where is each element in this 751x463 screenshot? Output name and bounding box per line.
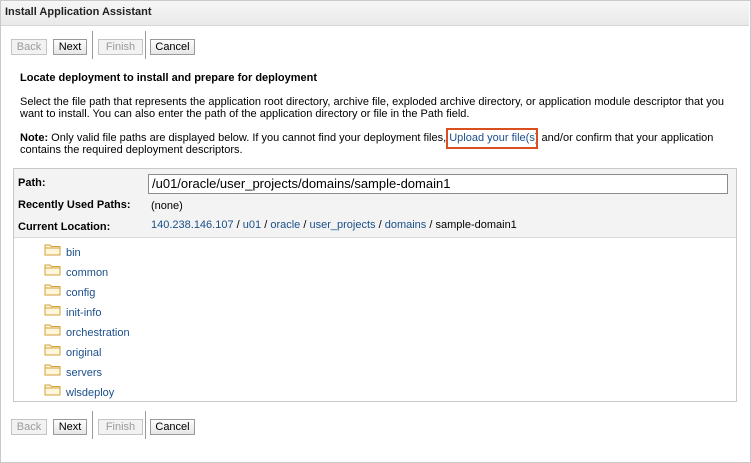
note-label: Note: bbox=[20, 132, 49, 144]
folder-name[interactable]: common bbox=[66, 267, 108, 279]
note-text: Note: Only valid file paths are displaye… bbox=[20, 132, 735, 156]
folder-name[interactable]: wlsdeploy bbox=[66, 387, 114, 399]
folder-icon bbox=[44, 364, 61, 376]
breadcrumb-host[interactable]: 140.238.146.107 bbox=[151, 219, 234, 231]
current-location-label: Current Location: bbox=[18, 221, 111, 233]
back-button[interactable]: Back bbox=[11, 419, 47, 435]
back-button[interactable]: Back bbox=[11, 39, 47, 55]
breadcrumb-current: sample-domain1 bbox=[435, 219, 517, 231]
window-title: Install Application Assistant bbox=[5, 6, 152, 18]
folder-name[interactable]: bin bbox=[66, 247, 81, 259]
folder-name[interactable]: config bbox=[66, 287, 95, 299]
folder-name[interactable]: orchestration bbox=[66, 327, 130, 339]
breadcrumb-separator: / bbox=[303, 219, 307, 231]
cancel-button[interactable]: Cancel bbox=[150, 39, 195, 55]
next-button[interactable]: Next bbox=[53, 419, 87, 435]
note-text-before: Only valid file paths are displayed belo… bbox=[48, 132, 450, 144]
finish-button[interactable]: Finish bbox=[98, 39, 143, 55]
folder-icon bbox=[44, 284, 61, 296]
folder-item[interactable]: common bbox=[44, 263, 244, 281]
folder-name[interactable]: original bbox=[66, 347, 101, 359]
finish-button[interactable]: Finish bbox=[98, 419, 143, 435]
button-separator bbox=[145, 411, 146, 439]
folder-icon bbox=[44, 264, 61, 276]
button-separator bbox=[92, 31, 93, 59]
folder-item[interactable]: servers bbox=[44, 363, 244, 381]
folder-item[interactable]: init-info bbox=[44, 303, 244, 321]
recent-paths-value: (none) bbox=[151, 200, 183, 212]
breadcrumb: 140.238.146.107 / u01 / oracle / user_pr… bbox=[151, 219, 517, 231]
next-button[interactable]: Next bbox=[53, 39, 87, 55]
folder-icon bbox=[44, 244, 61, 256]
recent-paths-label: Recently Used Paths: bbox=[18, 199, 131, 211]
folder-item[interactable]: bin bbox=[44, 243, 244, 261]
folder-item[interactable]: wlsdeploy bbox=[44, 383, 244, 401]
breadcrumb-oracle[interactable]: oracle bbox=[270, 219, 300, 231]
breadcrumb-separator: / bbox=[236, 219, 240, 231]
folder-item[interactable]: orchestration bbox=[44, 323, 244, 341]
breadcrumb-separator: / bbox=[378, 219, 382, 231]
file-browser-panel: Path: /u01/oracle/user_projects/domains/… bbox=[13, 168, 737, 402]
button-separator bbox=[92, 411, 93, 439]
path-form: Path: /u01/oracle/user_projects/domains/… bbox=[14, 169, 736, 238]
section-heading: Locate deployment to install and prepare… bbox=[20, 72, 318, 84]
folder-name[interactable]: servers bbox=[66, 367, 102, 379]
folder-item[interactable]: original bbox=[44, 343, 244, 361]
folder-icon bbox=[44, 344, 61, 356]
breadcrumb-user-projects[interactable]: user_projects bbox=[309, 219, 375, 231]
description-text: Select the file path that represents the… bbox=[20, 96, 724, 120]
path-input[interactable]: /u01/oracle/user_projects/domains/sample… bbox=[148, 174, 728, 194]
upload-link-highlight bbox=[446, 128, 538, 149]
breadcrumb-separator: / bbox=[429, 219, 433, 231]
title-bar: Install Application Assistant bbox=[1, 1, 749, 26]
folder-icon bbox=[44, 304, 61, 316]
cancel-button[interactable]: Cancel bbox=[150, 419, 195, 435]
folder-icon bbox=[44, 384, 61, 396]
folder-icon bbox=[44, 324, 61, 336]
breadcrumb-domains[interactable]: domains bbox=[385, 219, 427, 231]
breadcrumb-u01[interactable]: u01 bbox=[243, 219, 261, 231]
folder-name[interactable]: init-info bbox=[66, 307, 101, 319]
breadcrumb-separator: / bbox=[264, 219, 268, 231]
button-separator bbox=[145, 31, 146, 59]
path-label: Path: bbox=[18, 177, 46, 189]
folder-item[interactable]: config bbox=[44, 283, 244, 301]
